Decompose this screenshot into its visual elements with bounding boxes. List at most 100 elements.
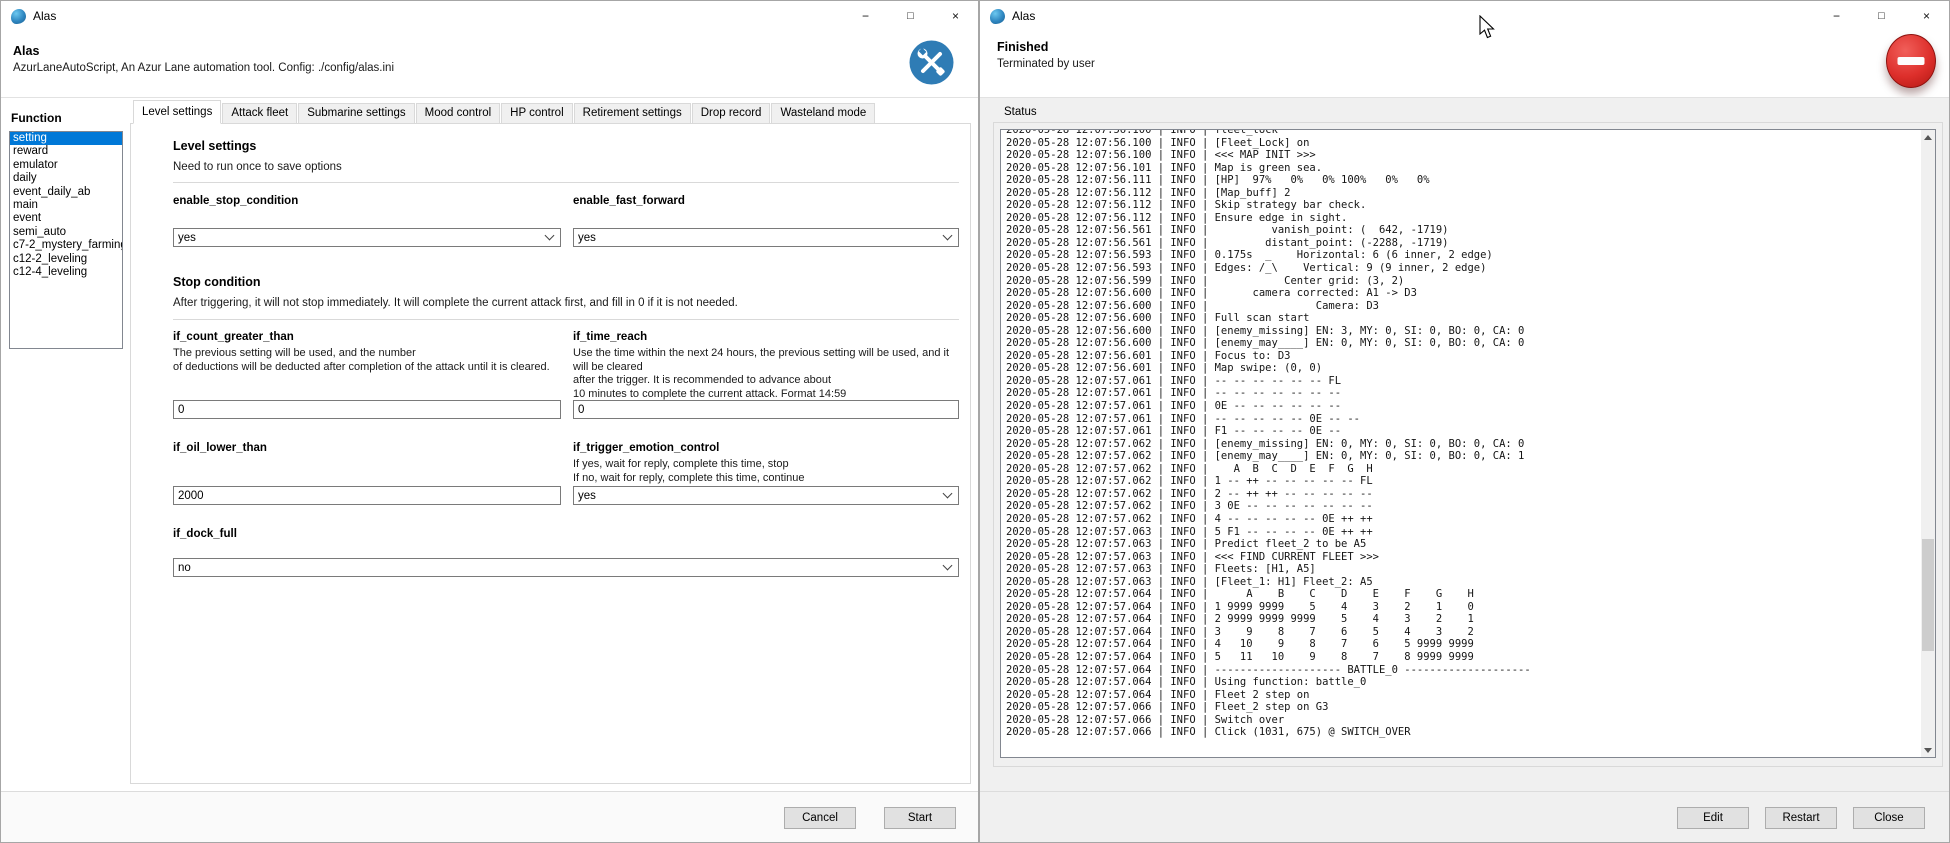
select-enable-fast-forward[interactable]: yes <box>573 228 959 247</box>
select-enable-stop-condition[interactable]: yes <box>173 228 561 247</box>
field-label-if-dock-full: if_dock_full <box>173 528 237 540</box>
minimize-button[interactable]: − <box>843 1 888 31</box>
log-line: 2020-05-28 12:07:57.062 | INFO | [enemy_… <box>1006 438 1919 451</box>
select-value: no <box>178 562 944 574</box>
log-line: 2020-05-28 12:07:56.600 | INFO | Camera:… <box>1006 300 1919 313</box>
function-list-item[interactable]: reward <box>10 145 122 158</box>
restart-button[interactable]: Restart <box>1765 807 1837 829</box>
function-list-item[interactable]: event <box>10 212 122 225</box>
maximize-button[interactable]: □ <box>1859 1 1904 31</box>
settings-tab[interactable]: Wasteland mode <box>771 103 875 124</box>
log-line: 2020-05-28 12:07:56.600 | INFO | [enemy_… <box>1006 337 1919 350</box>
start-button[interactable]: Start <box>884 807 956 829</box>
field-label-if-time-reach: if_time_reach <box>573 331 647 343</box>
window-alas-run-status: Alas − □ × Finished Terminated by user S… <box>979 0 1950 843</box>
close-button[interactable]: × <box>933 1 978 31</box>
settings-tab[interactable]: Drop record <box>692 103 771 124</box>
log-line: 2020-05-28 12:07:57.063 | INFO | Fleets:… <box>1006 563 1919 576</box>
log-line: 2020-05-28 12:07:57.062 | INFO | [enemy_… <box>1006 450 1919 463</box>
log-line: 2020-05-28 12:07:56.593 | INFO | 0.175s … <box>1006 249 1919 262</box>
edit-button[interactable]: Edit <box>1677 807 1749 829</box>
field-help-if-time-reach: Use the time within the next 24 hours, t… <box>573 347 965 401</box>
status-body: Status 2020-05-28 12:07:56.100 | INFO | … <box>980 98 1949 842</box>
settings-tab[interactable]: HP control <box>501 103 572 124</box>
input-if-count-greater-than[interactable] <box>173 400 561 419</box>
log-line: 2020-05-28 12:07:57.063 | INFO | [Fleet_… <box>1006 576 1919 589</box>
alas-app-icon <box>11 9 26 24</box>
maximize-button[interactable]: □ <box>888 1 933 31</box>
log-line: 2020-05-28 12:07:57.063 | INFO | 5 F1 --… <box>1006 526 1919 539</box>
footer: Cancel Start <box>1 792 978 842</box>
log-line: 2020-05-28 12:07:57.066 | INFO | Click (… <box>1006 726 1919 739</box>
function-list-item[interactable]: semi_auto <box>10 226 122 239</box>
log-line: 2020-05-28 12:07:56.100 | INFO | fleet_l… <box>1006 129 1919 137</box>
log-scrollbar[interactable] <box>1921 130 1935 757</box>
settings-tab[interactable]: Level settings <box>133 100 221 124</box>
log-line: 2020-05-28 12:07:57.061 | INFO | -- -- -… <box>1006 413 1919 426</box>
alas-app-icon <box>990 9 1005 24</box>
section-title-stop-condition: Stop condition <box>173 275 260 289</box>
function-list[interactable]: settingrewardemulatordailyevent_daily_ab… <box>9 131 123 349</box>
log-line: 2020-05-28 12:07:56.599 | INFO | Center … <box>1006 275 1919 288</box>
function-list-item[interactable]: c12-2_leveling <box>10 253 122 266</box>
select-if-trigger-emotion-control[interactable]: yes <box>573 486 959 505</box>
log-line: 2020-05-28 12:07:57.062 | INFO | 1 -- ++… <box>1006 475 1919 488</box>
settings-tab[interactable]: Retirement settings <box>574 103 691 124</box>
titlebar[interactable]: Alas − □ × <box>1 1 978 31</box>
log-line: 2020-05-28 12:07:57.062 | INFO | A B C D… <box>1006 463 1919 476</box>
chevron-down-icon <box>943 489 953 499</box>
function-list-item[interactable]: main <box>10 199 122 212</box>
scroll-up-arrow-icon[interactable] <box>1921 130 1935 144</box>
select-if-dock-full[interactable]: no <box>173 558 959 577</box>
log-line: 2020-05-28 12:07:57.066 | INFO | Switch … <box>1006 714 1919 727</box>
chevron-down-icon <box>943 561 953 571</box>
function-list-item[interactable]: c7-2_mystery_farming <box>10 239 122 252</box>
log-line: 2020-05-28 12:07:56.111 | INFO | [HP] 97… <box>1006 174 1919 187</box>
footer: Edit Restart Close <box>980 792 1949 842</box>
app-header-subtitle: AzurLaneAutoScript, An Azur Lane automat… <box>13 62 394 74</box>
input-if-time-reach[interactable] <box>573 400 959 419</box>
log-line: 2020-05-28 12:07:56.561 | INFO | vanish_… <box>1006 224 1919 237</box>
run-status-title: Finished <box>997 40 1048 54</box>
field-label-enable-fast-forward: enable_fast_forward <box>573 195 685 207</box>
titlebar[interactable]: Alas − □ × <box>980 1 1949 31</box>
function-list-item[interactable]: event_daily_ab <box>10 186 122 199</box>
cancel-button[interactable]: Cancel <box>784 807 856 829</box>
select-value: yes <box>578 490 944 502</box>
close-button[interactable]: × <box>1904 1 1949 31</box>
settings-tab[interactable]: Mood control <box>416 103 500 124</box>
input-if-oil-lower-than[interactable] <box>173 486 561 505</box>
settings-tab[interactable]: Attack fleet <box>222 103 297 124</box>
minimize-button[interactable]: − <box>1814 1 1859 31</box>
function-list-item[interactable]: setting <box>10 132 122 145</box>
tools-icon <box>909 40 954 85</box>
log-line: 2020-05-28 12:07:57.064 | INFO | Fleet 2… <box>1006 689 1919 702</box>
log-line: 2020-05-28 12:07:57.061 | INFO | -- -- -… <box>1006 387 1919 400</box>
function-list-item[interactable]: daily <box>10 172 122 185</box>
log-line: 2020-05-28 12:07:56.561 | INFO | distant… <box>1006 237 1919 250</box>
log-line: 2020-05-28 12:07:56.600 | INFO | camera … <box>1006 287 1919 300</box>
scrollbar-thumb[interactable] <box>1922 539 1934 651</box>
close-window-button[interactable]: Close <box>1853 807 1925 829</box>
log-line: 2020-05-28 12:07:57.063 | INFO | Predict… <box>1006 538 1919 551</box>
log-output[interactable]: 2020-05-28 12:07:56.100 | INFO | fleet_l… <box>1000 129 1936 758</box>
section-desc-level-settings: Need to run once to save options <box>173 161 342 173</box>
window-title: Alas <box>1012 9 1035 23</box>
desktop: Alas − □ × Alas AzurLaneAutoScript, An A… <box>0 0 1950 843</box>
log-line: 2020-05-28 12:07:56.112 | INFO | Skip st… <box>1006 199 1919 212</box>
log-line: 2020-05-28 12:07:56.112 | INFO | Ensure … <box>1006 212 1919 225</box>
log-line: 2020-05-28 12:07:57.064 | INFO | 3 9 8 7… <box>1006 626 1919 639</box>
run-status-subtitle: Terminated by user <box>997 58 1095 70</box>
function-list-item[interactable]: c12-4_leveling <box>10 266 122 279</box>
divider <box>173 319 959 320</box>
scroll-down-arrow-icon[interactable] <box>1921 743 1935 757</box>
log-line: 2020-05-28 12:07:57.063 | INFO | <<< FIN… <box>1006 551 1919 564</box>
function-list-item[interactable]: emulator <box>10 159 122 172</box>
log-line: 2020-05-28 12:07:56.601 | INFO | Focus t… <box>1006 350 1919 363</box>
settings-tab[interactable]: Submarine settings <box>298 103 414 124</box>
log-line: 2020-05-28 12:07:56.601 | INFO | Map swi… <box>1006 362 1919 375</box>
divider <box>173 182 959 183</box>
log-line: 2020-05-28 12:07:57.064 | INFO | 4 10 9 … <box>1006 638 1919 651</box>
field-label-enable-stop-condition: enable_stop_condition <box>173 195 298 207</box>
log-line: 2020-05-28 12:07:57.062 | INFO | 2 -- ++… <box>1006 488 1919 501</box>
